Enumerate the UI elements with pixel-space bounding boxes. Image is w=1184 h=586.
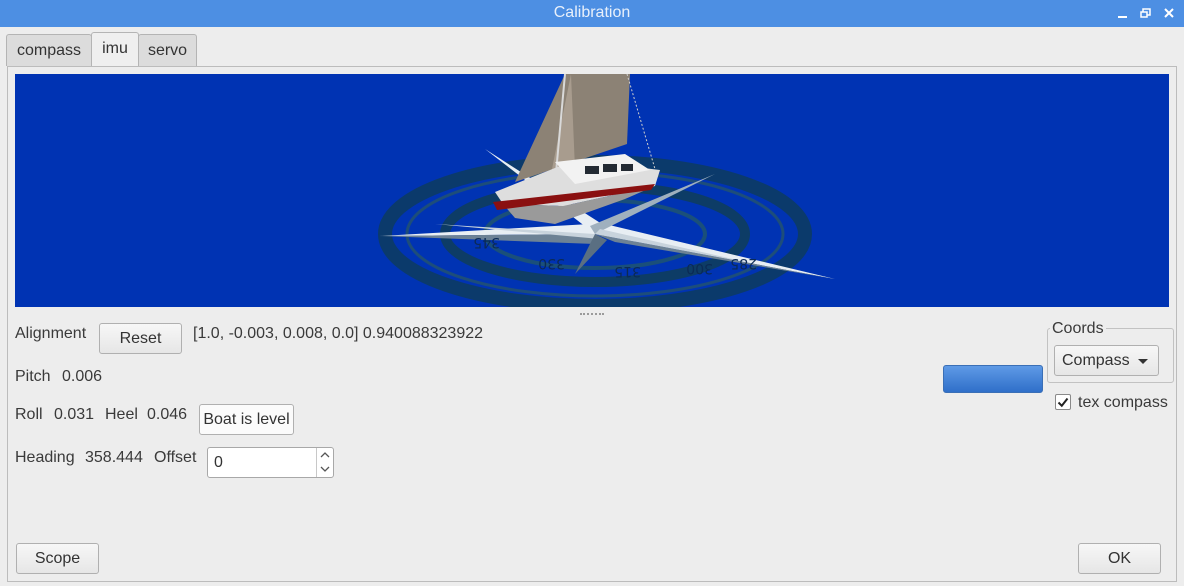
maximize-icon[interactable] [1137,4,1155,22]
offset-value: 0 [214,454,223,471]
tex-compass-checkbox[interactable] [1055,394,1071,410]
pitch-value: 0.006 [62,368,103,385]
spin-up-icon[interactable] [317,448,333,462]
tab-compass[interactable]: compass [6,34,92,66]
alignment-label: Alignment [15,325,87,342]
coords-dropdown[interactable]: Compass [1054,345,1159,376]
window-title: Calibration [553,4,631,21]
ok-button[interactable]: OK [1078,543,1161,574]
compass-label: 330 [538,255,565,271]
pitch-label: Pitch [15,368,51,385]
heel-label: Heel [105,406,138,423]
tab-imu[interactable]: imu [91,32,139,66]
close-icon[interactable] [1161,4,1179,22]
chevron-down-icon [1138,359,1148,364]
minimize-icon[interactable] [1114,4,1132,22]
compass-label: 285 [730,255,757,271]
spin-arrows [316,448,333,477]
splitter-handle[interactable] [580,313,604,318]
compass-label: 315 [614,263,641,279]
coords-group-label: Coords [1050,320,1106,338]
compass-label: 300 [686,260,713,276]
reset-button[interactable]: Reset [99,323,182,354]
spin-down-icon[interactable] [317,462,333,476]
compass-label: 345 [473,234,500,250]
tex-compass-label: tex compass [1078,394,1168,411]
offset-spinbox[interactable]: 0 [207,447,334,478]
scope-button[interactable]: Scope [16,543,99,574]
progress-bar [943,365,1043,393]
heading-value: 358.444 [85,449,143,466]
heel-value: 0.046 [147,406,188,423]
roll-label: Roll [15,406,43,423]
coords-selected: Compass [1062,352,1130,369]
roll-value: 0.031 [54,406,95,423]
compass-rose-boat-render: 345 330 315 300 285 [378,74,835,307]
offset-label: Offset [154,449,197,466]
alignment-value: [1.0, -0.003, 0.008, 0.0] 0.940088323922 [193,325,484,342]
title-bar: Calibration [0,0,1184,27]
checkmark-icon [1057,397,1069,408]
boat-3d-view[interactable]: 345 330 315 300 285 [15,74,1169,307]
tab-servo[interactable]: servo [138,34,197,66]
boat-is-level-button[interactable]: Boat is level [199,404,294,435]
heading-label: Heading [15,449,75,466]
